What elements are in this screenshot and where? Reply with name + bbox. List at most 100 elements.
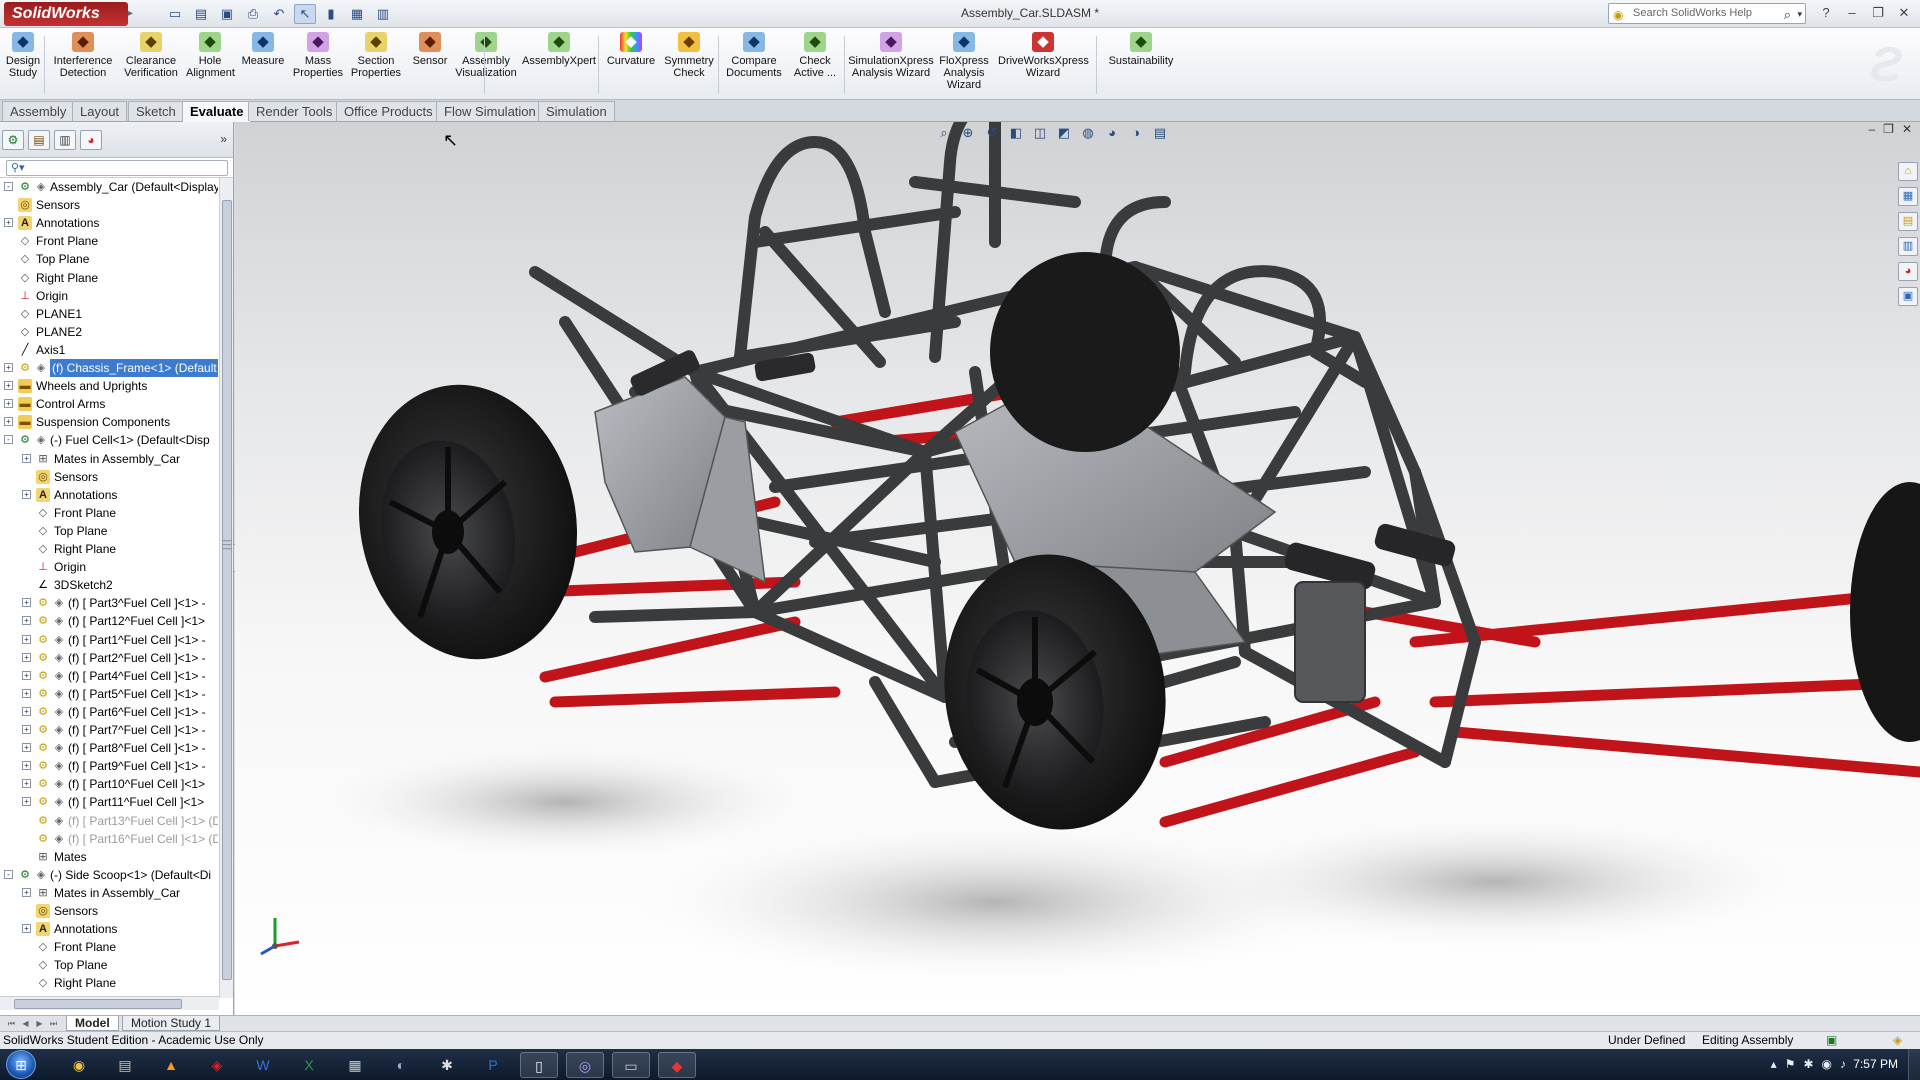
expand-icon[interactable]: + — [22, 887, 31, 897]
expand-icon[interactable]: + — [22, 598, 31, 608]
expand-icon[interactable]: + — [22, 616, 31, 626]
expand-icon[interactable]: + — [22, 670, 31, 680]
cmd-button-8[interactable]: ◆ Assembly Visualization — [454, 32, 518, 79]
close-icon[interactable]: ✕ — [1894, 4, 1914, 22]
cmd-button-15[interactable]: ◆ FloXpress Analysis Wizard — [938, 32, 990, 91]
view-orientation-icon[interactable]: ◫ — [1031, 124, 1049, 142]
collapse-icon[interactable]: - — [4, 435, 13, 445]
tree-item[interactable]: + ▬ Suspension Components — [0, 413, 218, 431]
appearance-tab-icon[interactable]: ◕ — [80, 130, 102, 150]
bluetooth-tray-icon[interactable]: ✱ — [1803, 1057, 1813, 1071]
cmd-button-5[interactable]: ◆ Mass Properties — [290, 32, 346, 79]
notepad-icon[interactable]: ▯ — [520, 1052, 558, 1078]
tree-item[interactable]: - ⚙ ◈ Assembly_Car (Default<Display St — [0, 178, 218, 196]
bottom-tab-model[interactable]: Model — [66, 1016, 119, 1031]
expand-icon[interactable]: + — [22, 706, 31, 716]
hide-show-items-icon[interactable]: ◍ — [1079, 124, 1097, 142]
expand-icon[interactable]: + — [22, 924, 31, 934]
zoom-to-area-icon[interactable]: ⊕ — [959, 124, 977, 142]
chevron-down-icon[interactable]: ▾ — [1797, 5, 1802, 24]
start-button-icon[interactable]: ⊞ — [6, 1050, 36, 1079]
tree-item[interactable]: ◇ Top Plane — [0, 250, 218, 268]
tree-item[interactable]: ◇ Front Plane — [0, 938, 218, 956]
next-tab-icon[interactable]: ▶ — [34, 1018, 45, 1029]
front-left-wheel[interactable] — [338, 367, 599, 676]
minimize-icon[interactable]: – — [1842, 4, 1862, 22]
tree-item[interactable]: - ⚙ ◈ (-) Side Scoop<1> (Default<Di — [0, 866, 218, 884]
excel-icon[interactable]: X — [290, 1052, 328, 1078]
tree-item[interactable]: ◇ PLANE1 — [0, 305, 218, 323]
show-desktop-button[interactable] — [1908, 1049, 1920, 1080]
tree-item[interactable]: + A Annotations — [0, 486, 218, 504]
viewport-minimize-icon[interactable]: – — [1868, 122, 1875, 136]
tag-icon[interactable]: ◈ — [1893, 1032, 1902, 1049]
expand-icon[interactable]: + — [22, 453, 31, 463]
word-icon[interactable]: W — [244, 1052, 282, 1078]
viewport-close-icon[interactable]: ✕ — [1902, 122, 1912, 136]
tree-item[interactable]: + ⚙ ◈ (f) [ Part3^Fuel Cell ]<1> - — [0, 594, 218, 612]
expand-icon[interactable]: + — [4, 399, 13, 409]
calculator-icon[interactable]: ▦ — [336, 1052, 374, 1078]
tree-item[interactable]: ◇ Top Plane — [0, 522, 218, 540]
tab-simulation[interactable]: Simulation — [538, 101, 615, 121]
tree-item[interactable]: + ▬ Wheels and Uprights — [0, 377, 218, 395]
home-icon[interactable]: ⌂ — [1898, 162, 1918, 181]
feature-tree-tab-icon[interactable]: ⚙ — [2, 130, 24, 150]
viewport-restore-icon[interactable]: ❐ — [1883, 122, 1894, 136]
bottom-tab-motion-study-1[interactable]: Motion Study 1 — [122, 1016, 221, 1031]
tree-item[interactable]: + ⚙ ◈ (f) [ Part2^Fuel Cell ]<1> - — [0, 649, 218, 667]
tool-icon[interactable]: ✱ — [428, 1052, 466, 1078]
expand-icon[interactable]: + — [22, 761, 31, 771]
tree-item[interactable]: + ⚙ ◈ (f) [ Part7^Fuel Cell ]<1> - — [0, 721, 218, 739]
expand-icon[interactable]: + — [22, 652, 31, 662]
tray-expand-icon[interactable]: ▴ — [1771, 1057, 1777, 1071]
vlc-icon[interactable]: ▲ — [152, 1052, 190, 1078]
cmd-button-11[interactable]: ◆ Symmetry Check — [662, 32, 716, 79]
section-view-icon[interactable]: ◧ — [1007, 124, 1025, 142]
app-tray-icon[interactable]: ◉ — [1822, 1057, 1832, 1071]
cmd-button-16[interactable]: ◆ DriveWorksXpress Wizard — [998, 32, 1089, 79]
display-style-icon[interactable]: ◩ — [1055, 124, 1073, 142]
tree-item[interactable]: ◇ Front Plane — [0, 232, 218, 250]
expand-icon[interactable]: + — [22, 779, 31, 789]
expand-icon[interactable]: + — [22, 725, 31, 734]
view-settings-icon[interactable]: ▤ — [1151, 124, 1169, 142]
tree-item[interactable]: + ▬ Control Arms — [0, 395, 218, 413]
panel-expand-icon[interactable]: » — [220, 132, 227, 146]
network-tray-icon[interactable]: ⚑ — [1785, 1057, 1796, 1071]
cmd-button-7[interactable]: ◆ Sensor — [410, 32, 450, 67]
apply-scene-icon[interactable]: ◑ — [1127, 124, 1145, 142]
tree-item[interactable]: ⊥ Origin — [0, 558, 218, 576]
tree-item[interactable]: ◇ Right Plane — [0, 540, 218, 558]
tree-item[interactable]: + ⚙ ◈ (f) [ Part6^Fuel Cell ]<1> - — [0, 703, 218, 721]
edit-appearance-icon[interactable]: ◕ — [1103, 124, 1121, 142]
tree-vertical-scrollbar[interactable]: — — — — [219, 178, 233, 998]
tree-item[interactable]: ⚙ ◈ (f) [ Part13^Fuel Cell ]<1> (De — [0, 812, 218, 830]
tree-item[interactable]: + A Annotations — [0, 920, 218, 938]
configuration-tab-icon[interactable]: ▥ — [54, 130, 76, 150]
itunes-icon[interactable]: ◎ — [566, 1052, 604, 1078]
explorer-icon[interactable]: ▤ — [106, 1052, 144, 1078]
tree-item[interactable]: + ⚙ ◈ (f) [ Part12^Fuel Cell ]<1> — [0, 612, 218, 630]
cmd-button-14[interactable]: ◆ SimulationXpress Analysis Wizard — [848, 32, 934, 79]
tree-item[interactable]: ◇ Right Plane — [0, 974, 218, 992]
graphics-area[interactable]: ⌕ ⊕ ↺ ◧ ◫ ◩ ◍ ◕ ◑ ▤ – ❐ ✕ ⌂ ▦ ▤ ▥ ◕ ▣ ↖ — [235, 122, 1920, 1015]
tree-item[interactable]: - ⚙ ◈ (-) Fuel Cell<1> (Default<Disp — [0, 431, 218, 449]
tree-item[interactable]: ⚙ ◈ (f) [ Part16^Fuel Cell ]<1> (De — [0, 830, 218, 848]
help-search-input[interactable]: ◉ Search SolidWorks Help ⌕ ▾ — [1608, 3, 1806, 24]
tree-item[interactable]: ⊥ Origin — [0, 287, 218, 305]
cmd-button-3[interactable]: ◆ Hole Alignment — [186, 32, 235, 79]
tab-render-tools[interactable]: Render Tools — [248, 101, 341, 121]
tree-item[interactable]: ◇ PLANE2 — [0, 323, 218, 341]
cmd-button-2[interactable]: ◆ Clearance Verification — [120, 32, 182, 79]
cmd-button-6[interactable]: ◆ Section Properties — [348, 32, 404, 79]
expand-icon[interactable]: + — [4, 417, 13, 427]
tree-item[interactable]: + ⊞ Mates in Assembly_Car — [0, 450, 218, 468]
tab-evaluate[interactable]: Evaluate — [182, 101, 252, 122]
appearances-icon[interactable]: ◕ — [1898, 262, 1918, 281]
tree-item[interactable]: + A Annotations — [0, 214, 218, 232]
file-explorer-icon[interactable]: ▤ — [1898, 212, 1918, 231]
previous-view-icon[interactable]: ↺ — [983, 124, 1001, 142]
tab-layout[interactable]: Layout — [72, 101, 128, 121]
collapse-icon[interactable]: - — [4, 869, 13, 879]
